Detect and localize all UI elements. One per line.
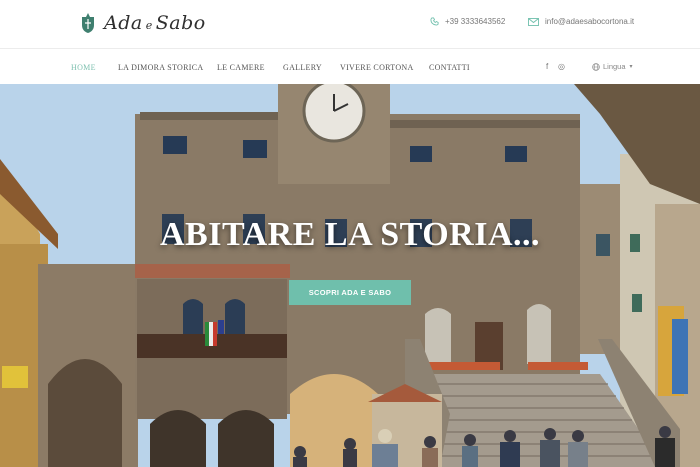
discover-button[interactable]: SCOPRI ADA E SABO [289,280,411,305]
mail-icon [528,17,539,26]
brand-name: Ada e Sabo [104,12,206,34]
nav-item-contatti[interactable]: CONTATTI [429,63,470,72]
contact-phone[interactable]: +39 3333643562 [430,17,505,26]
phone-number: +39 3333643562 [445,17,506,26]
hero-banner: ABITARE LA STORIA... SCOPRI ADA E SABO [0,84,700,467]
nav-item-gallery[interactable]: GALLERY [283,63,322,72]
chevron-down-icon: ▾ [629,64,633,70]
language-label: Lingua [603,62,626,71]
email-address: info@adaesabocortona.it [545,17,635,26]
phone-icon [430,17,439,26]
brand-logo[interactable]: Ada e Sabo [80,12,206,34]
crest-icon [82,13,94,33]
nav-item-le-camere[interactable]: LE CAMERE [217,63,265,72]
contact-email[interactable]: info@adaesabocortona.it [528,17,634,26]
instagram-icon[interactable]: ◎ [558,62,565,71]
facebook-icon[interactable]: f [546,62,548,71]
main-navigation: HOME LA DIMORA STORICA LE CAMERE GALLERY… [0,48,700,85]
language-selector[interactable]: Lingua ▾ [592,62,633,71]
globe-icon [592,62,600,71]
top-bar: Ada e Sabo +39 3333643562 info@adaesabocor… [0,0,700,48]
nav-item-la-dimora-storica[interactable]: LA DIMORA STORICA [118,63,203,72]
hero-title: ABITARE LA STORIA... [159,216,540,253]
hero-image [0,84,700,467]
nav-item-home[interactable]: HOME [71,63,96,72]
nav-item-vivere-cortona[interactable]: VIVERE CORTONA [340,63,414,72]
